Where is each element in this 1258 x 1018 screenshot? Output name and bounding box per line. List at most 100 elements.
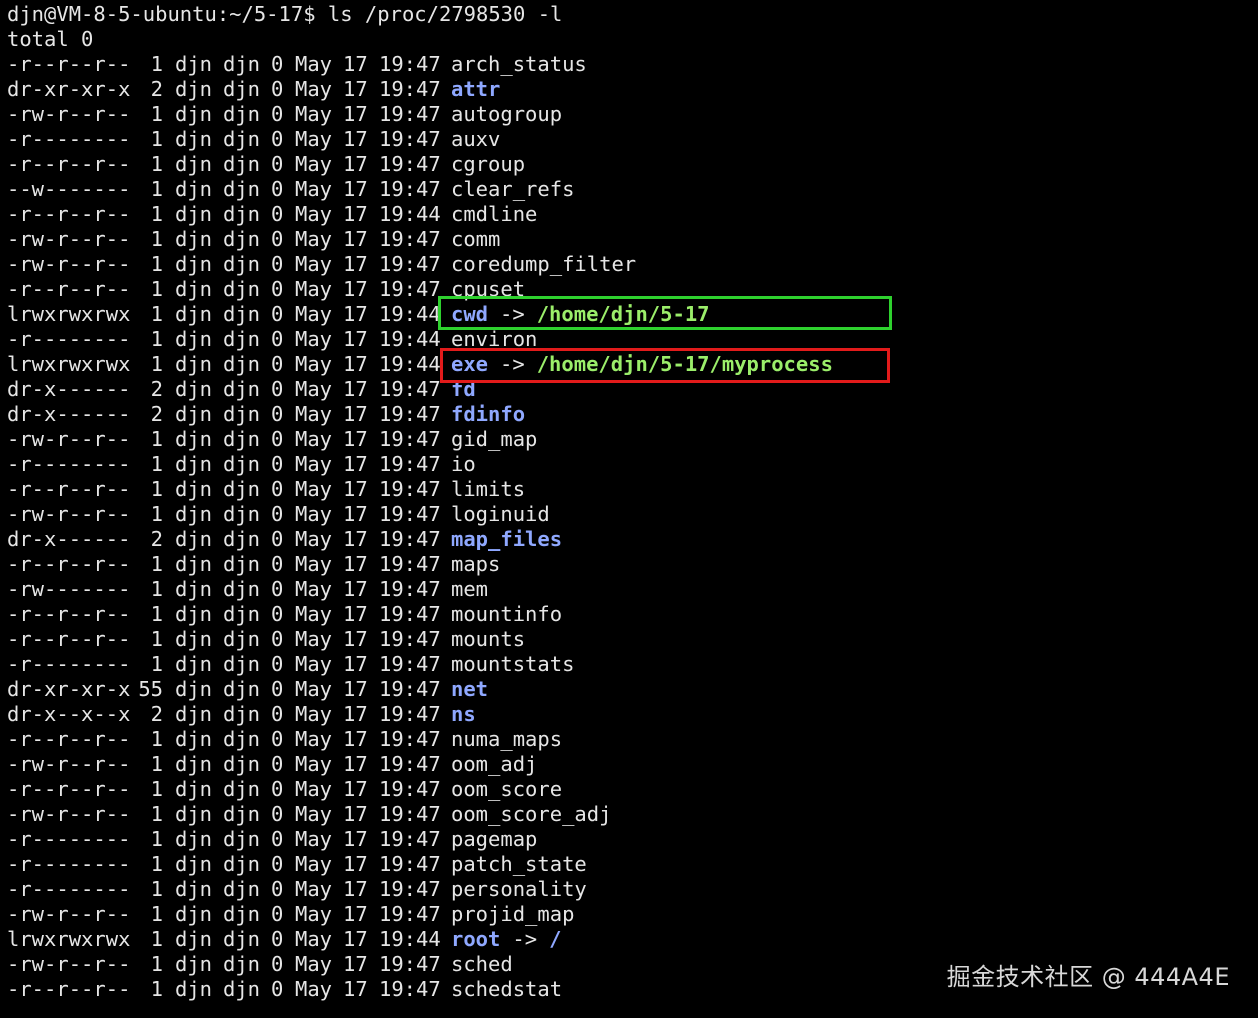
file-name: mem	[451, 577, 489, 601]
mod-time: 19:47	[379, 602, 441, 626]
permissions: -r--------	[7, 452, 131, 476]
owner-user: djn	[175, 352, 213, 376]
file-name: exe	[451, 352, 489, 376]
link-count: 1	[150, 327, 163, 351]
permissions: -rw-------	[7, 577, 131, 601]
mod-month: May	[295, 502, 333, 526]
file-size: 0	[271, 352, 284, 376]
mod-day: 17	[343, 352, 368, 376]
file-name: fdinfo	[451, 402, 526, 426]
owner-group: djn	[223, 902, 261, 926]
owner-user: djn	[175, 777, 213, 801]
mod-day: 17	[343, 102, 368, 126]
owner-group: djn	[223, 752, 261, 776]
mod-time: 19:47	[379, 752, 441, 776]
mod-time: 19:47	[379, 402, 441, 426]
permissions: -rw-r--r--	[7, 752, 131, 776]
permissions: -r--r--r--	[7, 52, 131, 76]
mod-day: 17	[343, 302, 368, 326]
mod-time: 19:44	[379, 327, 441, 351]
mod-month: May	[295, 952, 333, 976]
permissions: dr-x--x--x	[7, 702, 131, 726]
owner-user: djn	[175, 577, 213, 601]
file-size: 0	[271, 727, 284, 751]
mod-time: 19:47	[379, 577, 441, 601]
file-name: personality	[451, 877, 587, 901]
mod-time: 19:47	[379, 552, 441, 576]
link-count: 1	[150, 102, 163, 126]
file-name: root	[451, 927, 501, 951]
link-count: 1	[150, 352, 163, 376]
file-name: limits	[451, 477, 526, 501]
file-name: map_files	[451, 527, 563, 551]
file-name: schedstat	[451, 977, 563, 1001]
file-size: 0	[271, 877, 284, 901]
owner-group: djn	[223, 552, 261, 576]
listing-row-clear-refs: --w------- 1 djn djn 0 May 17 19:47 clear…	[7, 177, 1258, 202]
file-size: 0	[271, 977, 284, 1001]
owner-user: djn	[175, 927, 213, 951]
permissions: dr-xr-xr-x	[7, 77, 131, 101]
owner-group: djn	[223, 227, 261, 251]
file-size: 0	[271, 902, 284, 926]
listing-row-mem: -rw------- 1 djn djn 0 May 17 19:47 mem	[7, 577, 1258, 602]
mod-month: May	[295, 777, 333, 801]
mod-time: 19:47	[379, 827, 441, 851]
owner-group: djn	[223, 577, 261, 601]
owner-group: djn	[223, 52, 261, 76]
mod-day: 17	[343, 377, 368, 401]
file-size: 0	[271, 52, 284, 76]
mod-day: 17	[343, 452, 368, 476]
link-count: 1	[150, 952, 163, 976]
mod-time: 19:47	[379, 252, 441, 276]
owner-group: djn	[223, 677, 261, 701]
mod-time: 19:47	[379, 977, 441, 1001]
mod-time: 19:47	[379, 127, 441, 151]
file-size: 0	[271, 327, 284, 351]
link-count: 2	[150, 402, 163, 426]
mod-month: May	[295, 352, 333, 376]
owner-user: djn	[175, 402, 213, 426]
link-count: 1	[150, 977, 163, 1001]
owner-group: djn	[223, 102, 261, 126]
permissions: --w-------	[7, 177, 131, 201]
mod-day: 17	[343, 927, 368, 951]
listing-row-auxv: -r-------- 1 djn djn 0 May 17 19:47 auxv	[7, 127, 1258, 152]
mod-day: 17	[343, 852, 368, 876]
permissions: -r--r--r--	[7, 152, 131, 176]
mod-time: 19:44	[379, 202, 441, 226]
permissions: -rw-r--r--	[7, 502, 131, 526]
mod-month: May	[295, 827, 333, 851]
file-size: 0	[271, 602, 284, 626]
file-name: ns	[451, 702, 476, 726]
mod-month: May	[295, 402, 333, 426]
owner-user: djn	[175, 477, 213, 501]
file-name: pagemap	[451, 827, 538, 851]
owner-user: djn	[175, 127, 213, 151]
listing-row-cwd: lrwxrwxrwx 1 djn djn 0 May 17 19:44 cwd -…	[7, 302, 1258, 327]
owner-group: djn	[223, 352, 261, 376]
mod-month: May	[295, 552, 333, 576]
listing-row-patch-state: -r-------- 1 djn djn 0 May 17 19:47 patch…	[7, 852, 1258, 877]
link-count: 1	[150, 127, 163, 151]
mod-day: 17	[343, 327, 368, 351]
mod-time: 19:47	[379, 652, 441, 676]
link-count: 1	[150, 202, 163, 226]
permissions: -r--r--r--	[7, 277, 131, 301]
owner-user: djn	[175, 652, 213, 676]
owner-group: djn	[223, 202, 261, 226]
mod-day: 17	[343, 527, 368, 551]
file-size: 0	[271, 477, 284, 501]
terminal-window[interactable]: djn@VM-8-5-ubuntu:~/5-17$ ls /proc/27985…	[0, 0, 1258, 1018]
file-size: 0	[271, 927, 284, 951]
file-name: oom_adj	[451, 752, 538, 776]
mod-month: May	[295, 927, 333, 951]
mod-day: 17	[343, 652, 368, 676]
mod-day: 17	[343, 702, 368, 726]
owner-user: djn	[175, 377, 213, 401]
listing-row-net: dr-xr-xr-x 55 djn djn 0 May 17 19:47 net	[7, 677, 1258, 702]
listing-row-autogroup: -rw-r--r-- 1 djn djn 0 May 17 19:47 autog…	[7, 102, 1258, 127]
mod-month: May	[295, 477, 333, 501]
mod-day: 17	[343, 477, 368, 501]
symlink-arrow: ->	[512, 927, 538, 951]
